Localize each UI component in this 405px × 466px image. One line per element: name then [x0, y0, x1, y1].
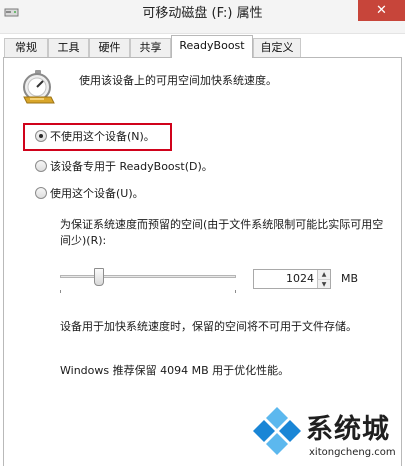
watermark-brand: 系统城 — [306, 414, 390, 445]
recommendation-text: Windows 推荐保留 4094 MB 用于优化性能。 — [60, 364, 290, 377]
slider-tick — [235, 290, 236, 293]
option-do-not-use[interactable]: 不使用这个设备(N)。 — [35, 129, 155, 145]
option-use-device-label: 使用这个设备(U)。 — [50, 187, 144, 200]
reserve-space-spinbox[interactable]: 1024 ▲ ▼ — [253, 269, 331, 289]
reserve-space-slider[interactable] — [60, 268, 236, 293]
xitongcheng-logo-icon — [253, 407, 301, 455]
spin-up-arrow-icon[interactable]: ▲ — [317, 270, 330, 279]
watermark-url: xitongcheng.com — [309, 447, 396, 458]
readyboost-panel — [3, 57, 402, 466]
slider-thumb[interactable] — [94, 268, 104, 286]
radio-button[interactable] — [35, 187, 47, 199]
unit-label: MB — [341, 272, 359, 285]
option-do-not-use-label: 不使用这个设备(N)。 — [50, 130, 155, 143]
slider-tick — [60, 290, 61, 293]
tab-readyboost[interactable]: ReadyBoost — [171, 35, 253, 58]
readyboost-speedometer-icon — [23, 70, 55, 104]
option-use-device[interactable]: 使用这个设备(U)。 — [35, 186, 144, 202]
close-button[interactable]: ✕ — [358, 0, 405, 21]
reserve-space-label: 为保证系统速度而预留的空间(由于文件系统限制可能比实际可用空间少)(R): — [60, 218, 384, 247]
tab-customize[interactable]: 自定义 — [253, 38, 301, 57]
tab-sharing[interactable]: 共享 — [130, 38, 171, 57]
storage-note: 设备用于加快系统速度时，保留的空间将不可用于文件存储。 — [60, 320, 357, 333]
tab-hardware[interactable]: 硬件 — [89, 38, 130, 57]
spin-down-arrow-icon[interactable]: ▼ — [317, 279, 330, 288]
window-title: 可移动磁盘 (F:) 属性 — [142, 6, 263, 21]
option-dedicate-label: 该设备专用于 ReadyBoost(D)。 — [50, 160, 213, 173]
title-bar: 可移动磁盘 (F:) 属性 ✕ — [0, 0, 405, 34]
tab-general[interactable]: 常规 — [4, 38, 48, 57]
radio-button-selected[interactable] — [35, 130, 47, 142]
radio-button[interactable] — [35, 160, 47, 172]
tab-strip: 常规 工具 硬件 共享 ReadyBoost 自定义 — [0, 34, 405, 58]
spin-value[interactable]: 1024 — [286, 270, 314, 288]
slider-track — [60, 275, 236, 278]
option-dedicate-readyboost[interactable]: 该设备专用于 ReadyBoost(D)。 — [35, 159, 213, 175]
tab-tools[interactable]: 工具 — [48, 38, 89, 57]
readyboost-description: 使用该设备上的可用空间加快系统速度。 — [79, 74, 277, 87]
